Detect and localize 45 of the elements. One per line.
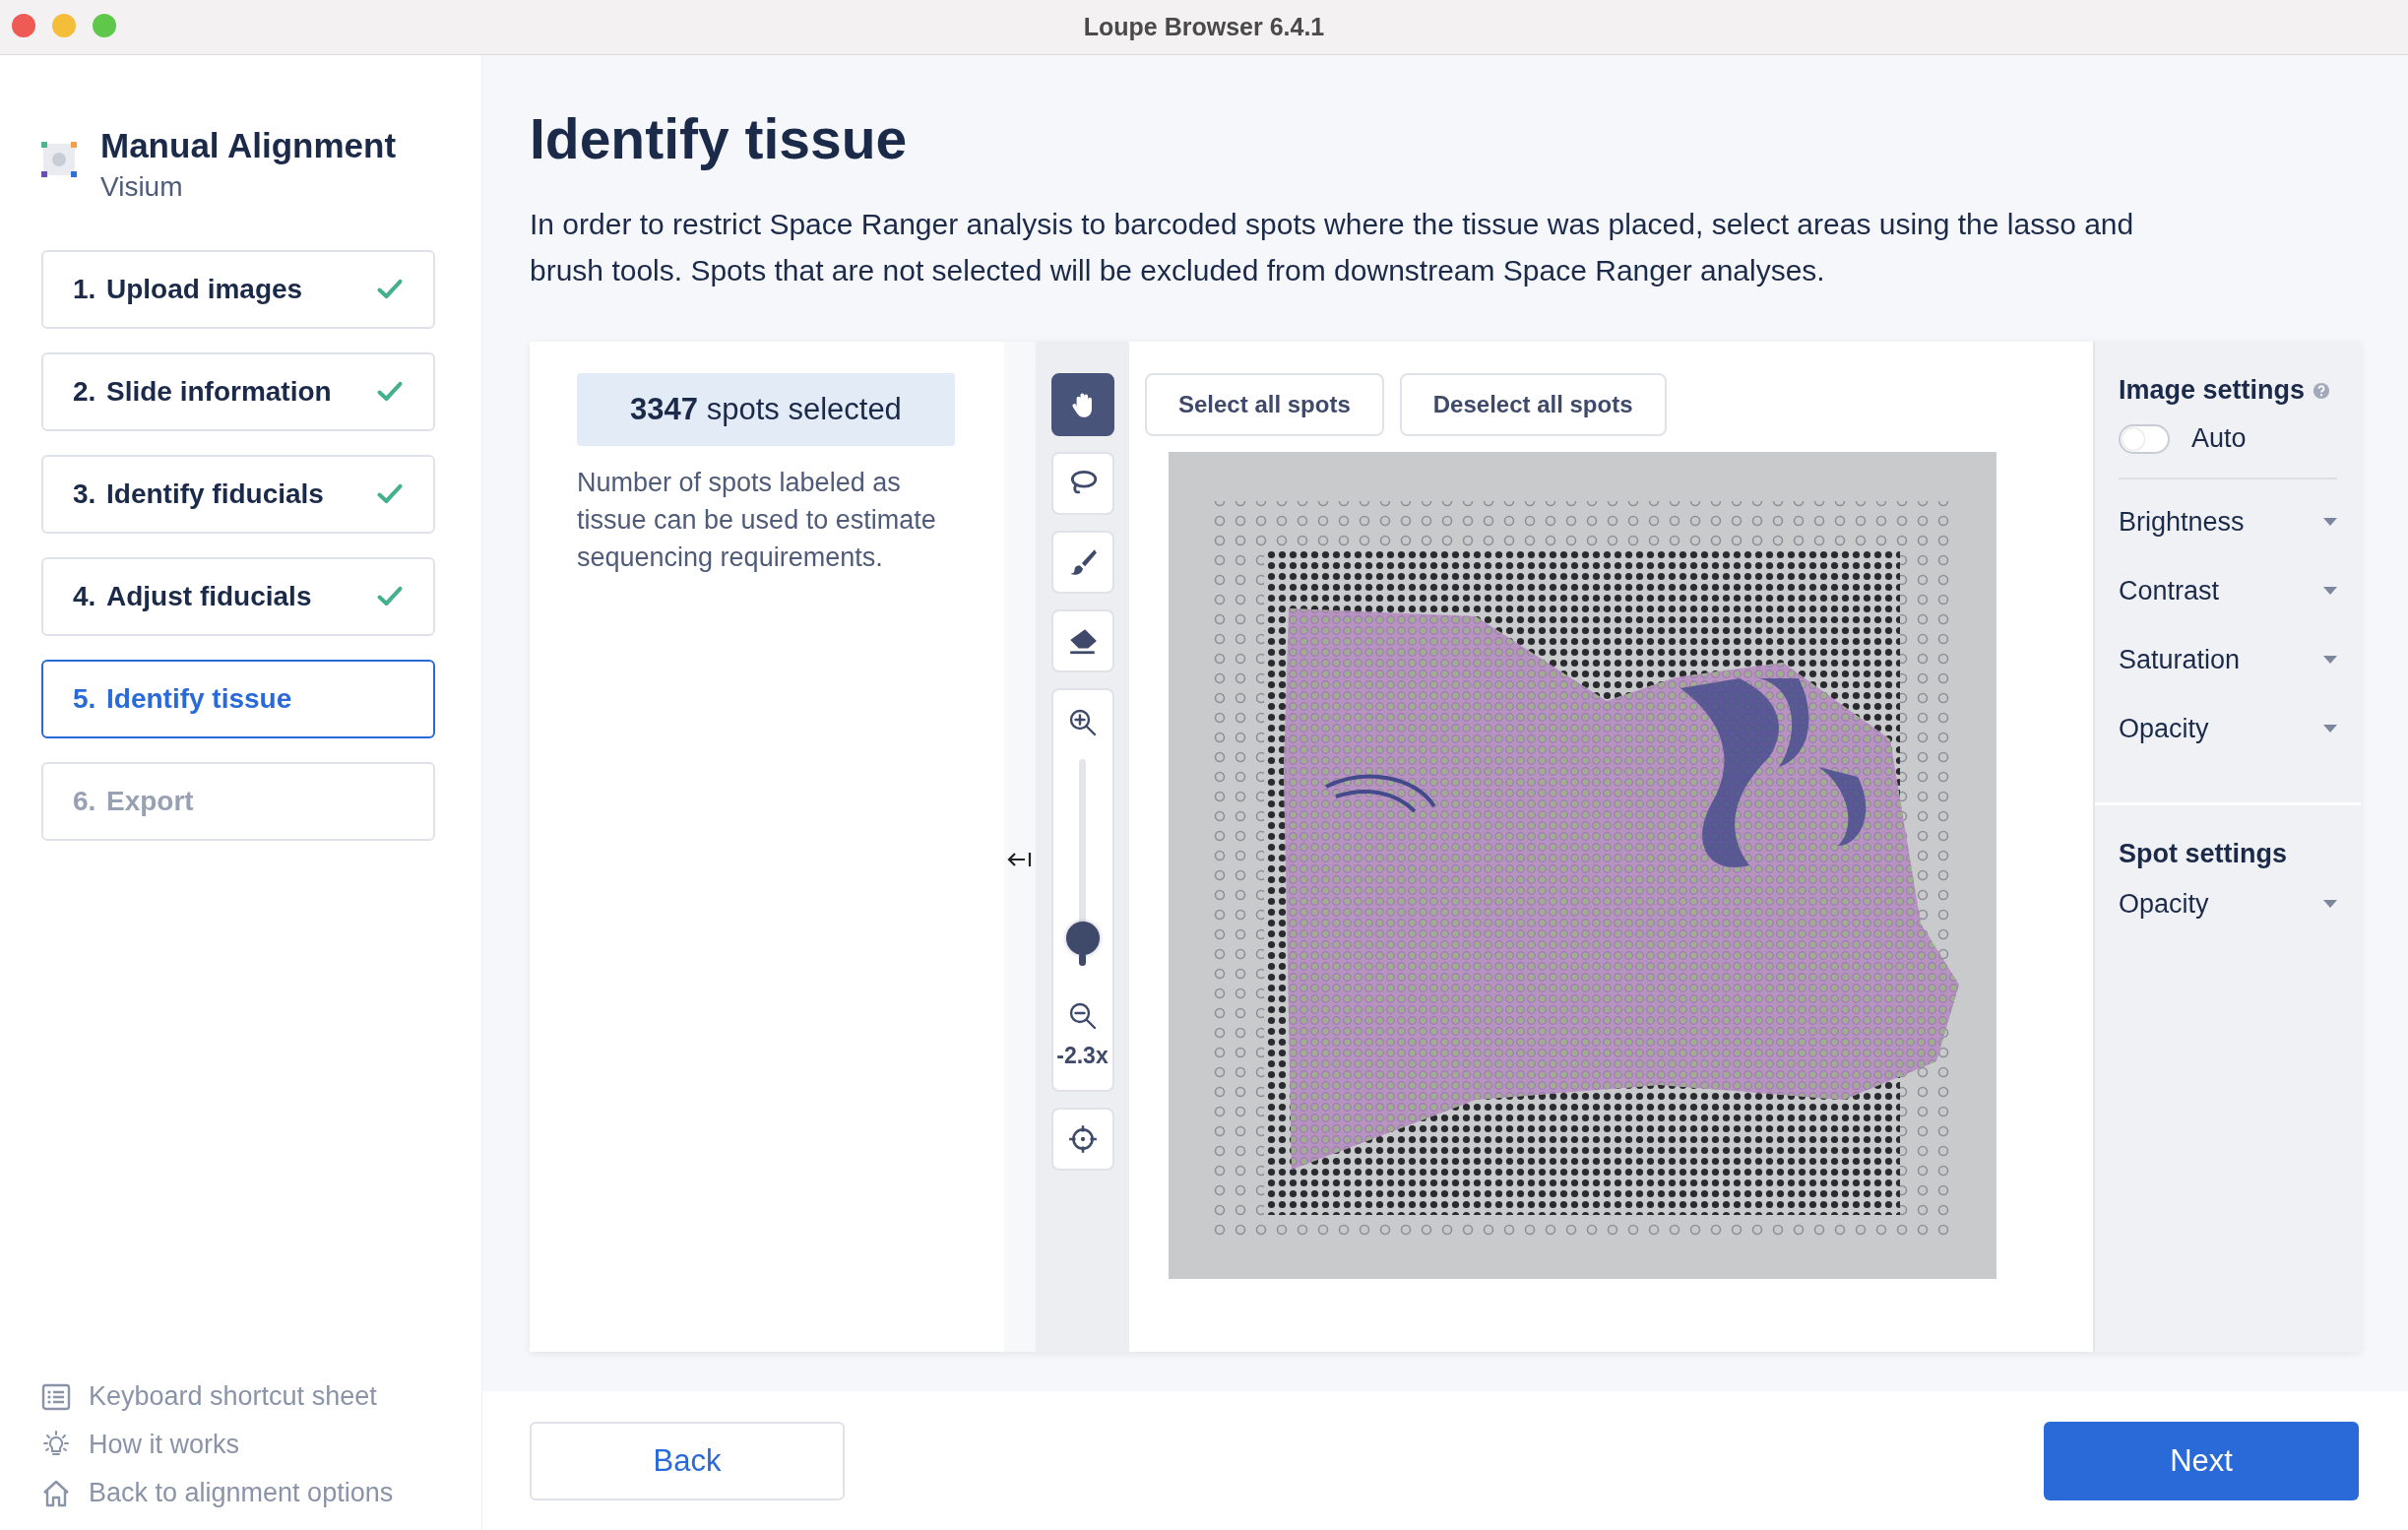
page-description: In order to restrict Space Ranger analysis to barcoded spots where the tissue was placed, select areas using the lasso and brush tools. Spots that are not selected will be excluded from downstream Space Ranger analyses. xyxy=(530,207,2135,288)
caret-icon xyxy=(2323,656,2337,664)
zoom-out-icon[interactable] xyxy=(1067,1001,1098,1031)
zoom-reading: -2.3x xyxy=(1056,1043,1109,1069)
home-icon xyxy=(41,1478,71,1508)
caret-icon xyxy=(2323,725,2337,733)
sidebar-subtitle: Visium xyxy=(100,171,184,203)
auto-label: Auto xyxy=(2191,423,2247,454)
collapse-icon[interactable] xyxy=(1007,850,1033,869)
caret-icon xyxy=(2323,518,2337,526)
close-button[interactable] xyxy=(12,14,35,37)
zoom-slider[interactable] xyxy=(1065,759,1100,966)
setting-dropdown[interactable]: Brightness xyxy=(2119,487,2337,556)
window-title: Loupe Browser 6.4.1 xyxy=(1083,13,1325,41)
setting-dropdown[interactable]: Opacity xyxy=(2119,869,2337,938)
list-icon xyxy=(41,1381,71,1412)
zoom-in-icon[interactable] xyxy=(1067,708,1098,737)
caret-icon xyxy=(2323,587,2337,595)
spots-count: 3347 spots selected xyxy=(577,373,955,446)
crosshair-icon xyxy=(1066,1123,1099,1155)
setting-dropdown[interactable]: Saturation xyxy=(2119,625,2337,694)
step-item[interactable]: 5. Identify tissue xyxy=(41,660,435,738)
brush-tool-button[interactable] xyxy=(1050,531,1114,594)
next-button[interactable]: Next xyxy=(2044,1421,2359,1500)
back-button[interactable]: Back xyxy=(530,1421,845,1500)
step-item[interactable]: 4. Adjust fiducials xyxy=(41,557,435,636)
settings-heading: Image settings xyxy=(2119,375,2306,406)
hand-tool-button[interactable] xyxy=(1050,373,1114,436)
sidebar-title: Manual Alignment xyxy=(100,126,397,165)
recenter-button[interactable] xyxy=(1050,1108,1114,1171)
step-item[interactable]: 2. Slide information xyxy=(41,352,435,431)
settings-heading: Spot settings xyxy=(2119,839,2288,869)
lasso-tool-button[interactable] xyxy=(1050,452,1114,515)
page-heading: Identify tissue xyxy=(530,106,909,171)
step-item[interactable]: 3. Identify fiducials xyxy=(41,455,435,534)
spots-note: Number of spots labeled as tissue can be used to estimate sequencing requirements. xyxy=(577,467,937,574)
selection-button[interactable]: Deselect all spots xyxy=(1399,373,1667,436)
selection-button[interactable]: Select all spots xyxy=(1145,373,1384,436)
setting-dropdown[interactable]: Opacity xyxy=(2119,694,2337,763)
setting-dropdown[interactable]: Contrast xyxy=(2119,556,2337,625)
step-item[interactable]: 1. Upload images xyxy=(41,250,435,329)
logo-icon xyxy=(41,142,77,177)
auto-toggle[interactable] xyxy=(2119,423,2170,454)
caret-icon xyxy=(2323,900,2337,908)
eraser-tool-button[interactable] xyxy=(1050,609,1114,672)
